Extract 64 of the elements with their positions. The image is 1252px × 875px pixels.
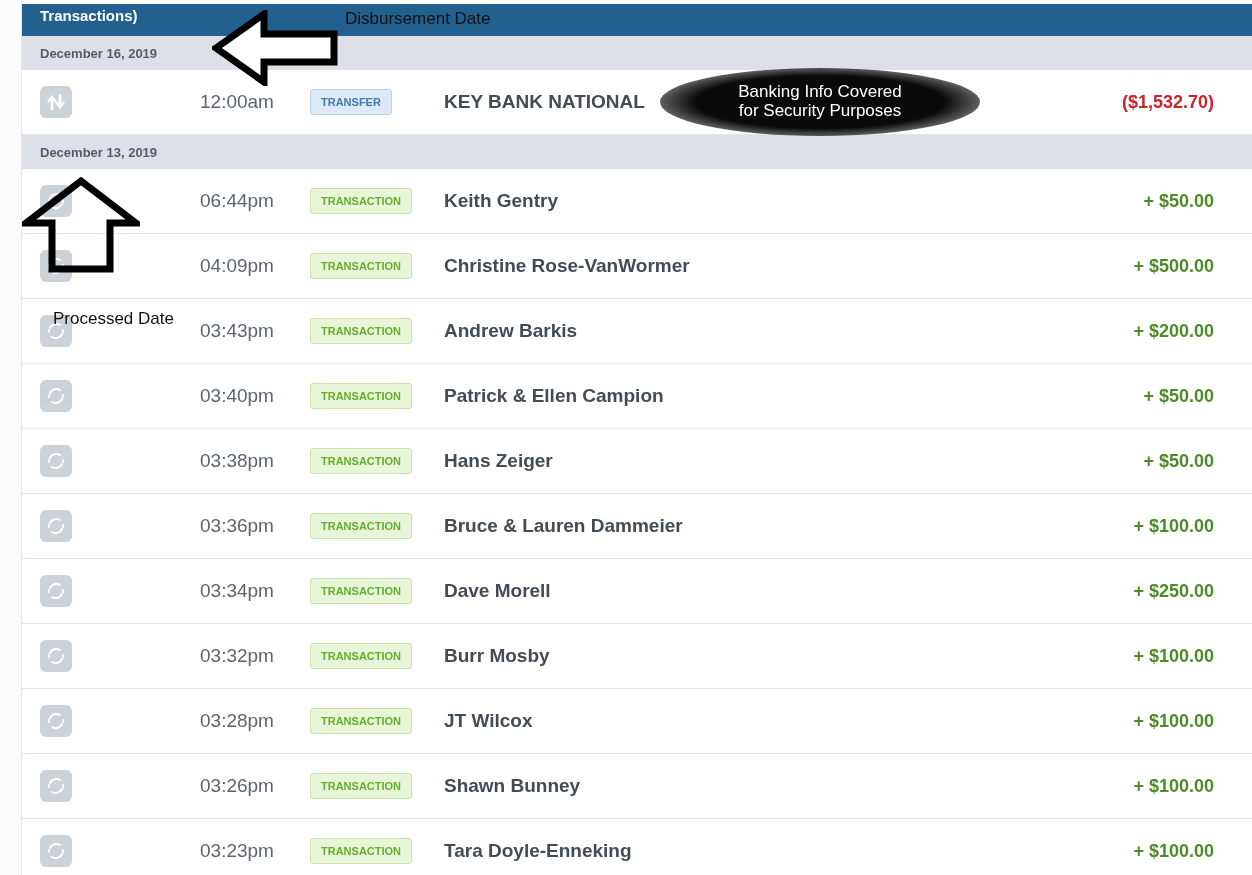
type-tag: TRANSACTION — [310, 253, 413, 279]
time-text: 06:44pm — [200, 190, 275, 212]
date-heading: December 16, 2019 — [22, 36, 1252, 70]
type-tag: TRANSACTION — [310, 773, 413, 799]
type-tag: TRANSACTION — [310, 448, 413, 474]
annotation-label: Processed Date — [53, 309, 174, 329]
amount-text: + $100.00 — [1133, 645, 1214, 667]
amount-text: + $100.00 — [1133, 775, 1214, 797]
circular-arrows-icon — [46, 581, 66, 601]
circular-arrows-icon — [46, 711, 66, 731]
time-text: 03:34pm — [200, 580, 275, 602]
amount-text: + $200.00 — [1133, 320, 1214, 342]
amount-text: + $100.00 — [1133, 515, 1214, 537]
payee-name: Bruce & Lauren Dammeier — [444, 515, 683, 537]
type-tag: TRANSACTION — [310, 513, 413, 539]
time-text: 03:36pm — [200, 515, 275, 537]
amount-text: + $100.00 — [1133, 840, 1214, 862]
circular-arrows-icon — [46, 256, 66, 276]
type-tag: TRANSACTION — [310, 708, 413, 734]
amount-text: + $50.00 — [1143, 190, 1214, 212]
payee-name: Shawn Bunney — [444, 775, 581, 797]
type-tag: TRANSACTION — [310, 643, 413, 669]
circular-arrows-icon — [46, 646, 66, 666]
payee-name: Andrew Barkis — [444, 320, 578, 342]
time-text: 03:38pm — [200, 450, 275, 472]
type-tag: TRANSFER — [310, 89, 392, 115]
amount-text: + $250.00 — [1133, 580, 1214, 602]
payee-name: Christine Rose-VanWormer — [444, 255, 690, 277]
payee-name: Burr Mosby — [444, 645, 550, 667]
circular-arrows-icon — [46, 841, 66, 861]
payee-name: Patrick & Ellen Campion — [444, 385, 664, 407]
time-text: 03:23pm — [200, 840, 275, 862]
time-text: 03:43pm — [200, 320, 275, 342]
date-heading: December 13, 2019 — [22, 135, 1252, 169]
header-title: Transactions) — [40, 7, 138, 24]
type-tag: TRANSACTION — [310, 318, 413, 344]
amount-text: + $500.00 — [1133, 255, 1214, 277]
circular-arrows-icon — [46, 191, 66, 211]
redaction-note: Banking Info Covered for Security Purposes — [738, 83, 902, 121]
circular-arrows-icon — [46, 776, 66, 796]
annotation-label: Disbursement Date — [345, 9, 491, 29]
type-tag: TRANSACTION — [310, 383, 413, 409]
circular-arrows-icon — [46, 516, 66, 536]
type-tag: TRANSACTION — [310, 578, 413, 604]
payee-name: Hans Zeiger — [444, 450, 553, 472]
time-text: 03:28pm — [200, 710, 275, 732]
circular-arrows-icon — [46, 451, 66, 471]
time-text: 03:26pm — [200, 775, 275, 797]
payee-name: JT Wilcox — [444, 710, 533, 732]
amount-text: + $100.00 — [1133, 710, 1214, 732]
payee-name: Tara Doyle-Enneking — [444, 840, 632, 862]
payee-name: Dave Morell — [444, 580, 551, 602]
type-tag: TRANSACTION — [310, 188, 413, 214]
payee-name: Keith Gentry — [444, 190, 559, 212]
type-tag: TRANSACTION — [310, 838, 413, 864]
time-text: 03:32pm — [200, 645, 275, 667]
time-text: 04:09pm — [200, 255, 275, 277]
time-text: 12:00am — [200, 91, 275, 113]
amount-text: + $50.00 — [1143, 385, 1214, 407]
payee-name: KEY BANK NATIONAL — [444, 91, 645, 113]
amount-text: ($1,532.70) — [1121, 91, 1214, 113]
circular-arrows-icon — [46, 386, 66, 406]
amount-text: + $50.00 — [1143, 450, 1214, 472]
time-text: 03:40pm — [200, 385, 275, 407]
